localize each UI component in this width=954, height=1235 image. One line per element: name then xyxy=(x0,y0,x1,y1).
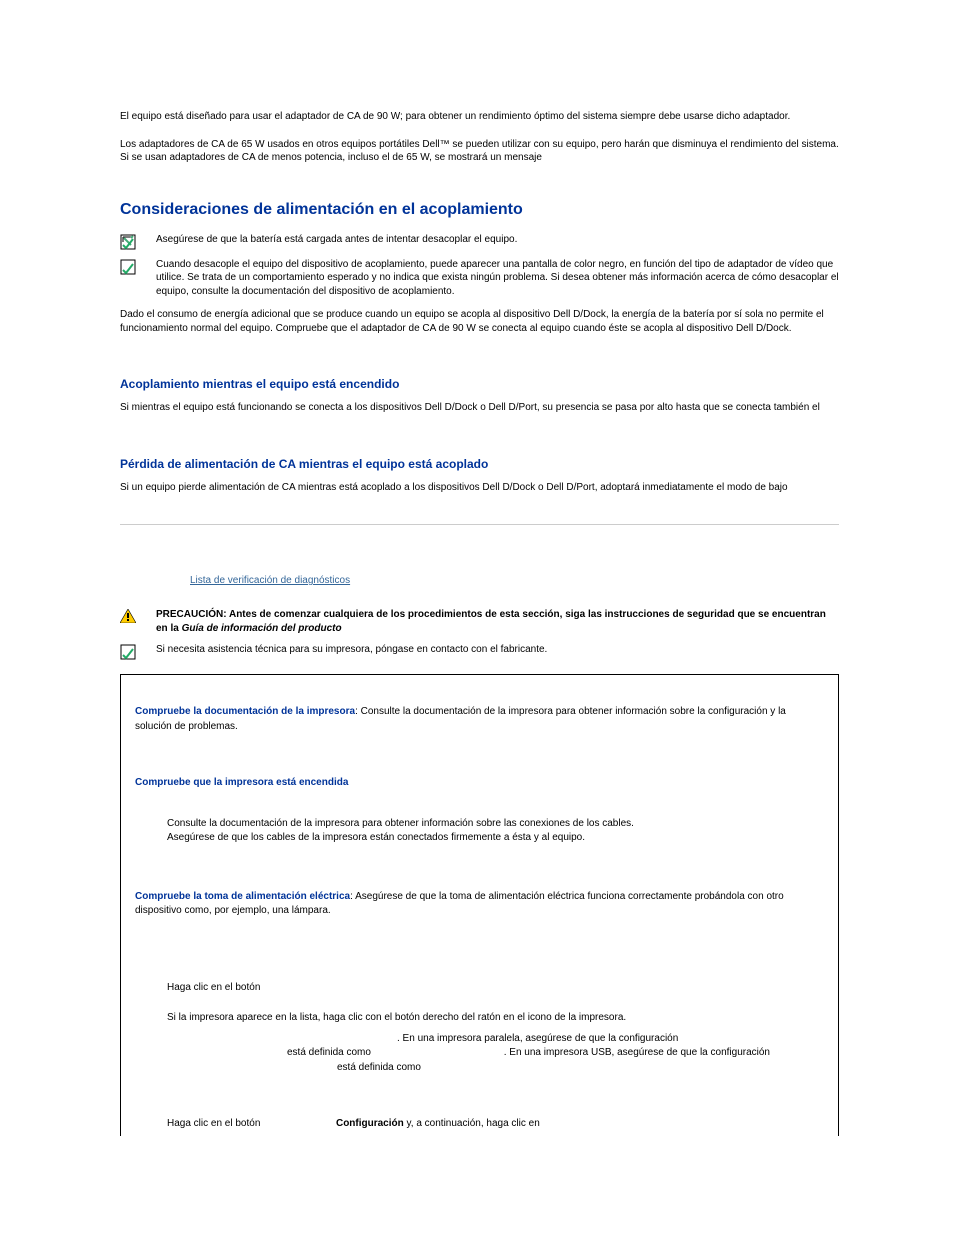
intro-paragraph-2: Los adaptadores de CA de 65 W usados en … xyxy=(120,138,839,165)
heading-consideraciones: Consideraciones de alimentación en el ac… xyxy=(120,201,839,219)
consider-paragraph: Dado el consumo de energía adicional que… xyxy=(120,308,839,335)
note-row-2: Cuando desacople el equipo del dispositi… xyxy=(120,258,839,299)
row-text: Haga clic en el botón xyxy=(167,981,824,996)
table-row: Compruebe la documentación de la impreso… xyxy=(121,675,838,746)
dock-on-paragraph: Si mientras el equipo está funcionando s… xyxy=(120,401,839,415)
row-text: . En una impresora paralela, asegúrese d… xyxy=(397,1033,678,1044)
table-row: Consulte la documentación de la impresor… xyxy=(121,803,838,874)
diagnostics-link[interactable]: Lista de verificación de diagnósticos xyxy=(190,575,350,586)
note-text-2: Cuando desacople el equipo del dispositi… xyxy=(156,258,839,299)
row-label: Compruebe la toma de alimentación eléctr… xyxy=(135,891,350,902)
heading-dock-on: Acoplamiento mientras el equipo está enc… xyxy=(120,377,839,391)
troubleshoot-table: Compruebe la documentación de la impreso… xyxy=(120,674,839,1136)
row-text: Si la impresora aparece en la lista, hag… xyxy=(167,1011,824,1026)
table-row: Compruebe la toma de alimentación eléctr… xyxy=(121,874,838,931)
heading-power-loss: Pérdida de alimentación de CA mientras e… xyxy=(120,457,839,471)
row-label: Compruebe la documentación de la impreso… xyxy=(135,706,355,717)
caution-row: PRECAUCIÓN: Antes de comenzar cualquiera… xyxy=(120,608,839,635)
table-row: Haga clic en el botón Si la impresora ap… xyxy=(121,931,838,1088)
note-icon xyxy=(120,644,138,660)
note-row-1: Asegúrese de que la batería está cargada… xyxy=(120,233,839,250)
power-loss-paragraph: Si un equipo pierde alimentación de CA m… xyxy=(120,481,839,495)
caution-label: PRECAUCIÓN: xyxy=(156,609,229,620)
caution-icon xyxy=(120,609,138,623)
intro-paragraph-1: El equipo está diseñado para usar el ada… xyxy=(120,110,839,124)
caution-ital: Guía de información del producto xyxy=(182,623,342,634)
note-icon xyxy=(120,259,138,275)
table-row: Haga clic en el botón Configuración y, a… xyxy=(121,1087,838,1136)
row-text: está definida como xyxy=(337,1062,421,1073)
row-text: . En una impresora USB, asegúrese de que… xyxy=(374,1047,770,1058)
row-text: Consulte la documentación de la impresor… xyxy=(167,817,824,832)
row-text: está definida como xyxy=(167,1047,374,1058)
note-text-1: Asegúrese de que la batería está cargada… xyxy=(156,233,839,247)
note-icon xyxy=(120,234,138,250)
table-row: Compruebe que la impresora está encendid… xyxy=(121,746,838,803)
row-text: Haga clic en el botón xyxy=(167,1118,260,1129)
divider xyxy=(120,524,839,525)
row-label: Compruebe que la impresora está encendid… xyxy=(135,777,348,788)
document-page: El equipo está diseñado para usar el ada… xyxy=(0,0,954,1196)
link-block: Lista de verificación de diagnósticos xyxy=(190,575,839,586)
row-text-bold: Configuración xyxy=(336,1118,404,1129)
row-text: y, a continuación, haga clic en xyxy=(404,1118,540,1129)
note-text-3: Si necesita asistencia técnica para su i… xyxy=(156,643,839,657)
caution-text: PRECAUCIÓN: Antes de comenzar cualquiera… xyxy=(156,608,839,635)
note-row-3: Si necesita asistencia técnica para su i… xyxy=(120,643,839,660)
row-text: Asegúrese de que los cables de la impres… xyxy=(167,831,824,846)
